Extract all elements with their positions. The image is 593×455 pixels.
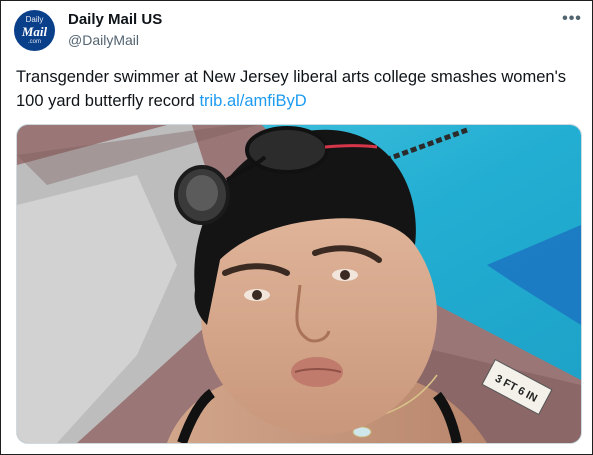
tweet-photo[interactable]: 3 FT 6 IN — [16, 124, 582, 444]
more-options-icon[interactable]: ••• — [557, 7, 587, 31]
avatar-logo-line: .com — [27, 39, 41, 45]
author-handle[interactable]: @DailyMail — [68, 32, 139, 48]
avatar-logo-line: Mail — [21, 24, 48, 39]
tweet-link[interactable]: trib.al/amfiByD — [199, 92, 306, 110]
avatar-logo-line: Daily — [25, 15, 44, 24]
tweet-text: Transgender swimmer at New Jersey libera… — [16, 65, 576, 113]
author-name[interactable]: Daily Mail US — [68, 11, 162, 28]
avatar[interactable]: Daily Mail .com — [14, 10, 55, 51]
tweet-card[interactable]: Daily Mail .com Daily Mail US @DailyMail… — [0, 0, 593, 455]
